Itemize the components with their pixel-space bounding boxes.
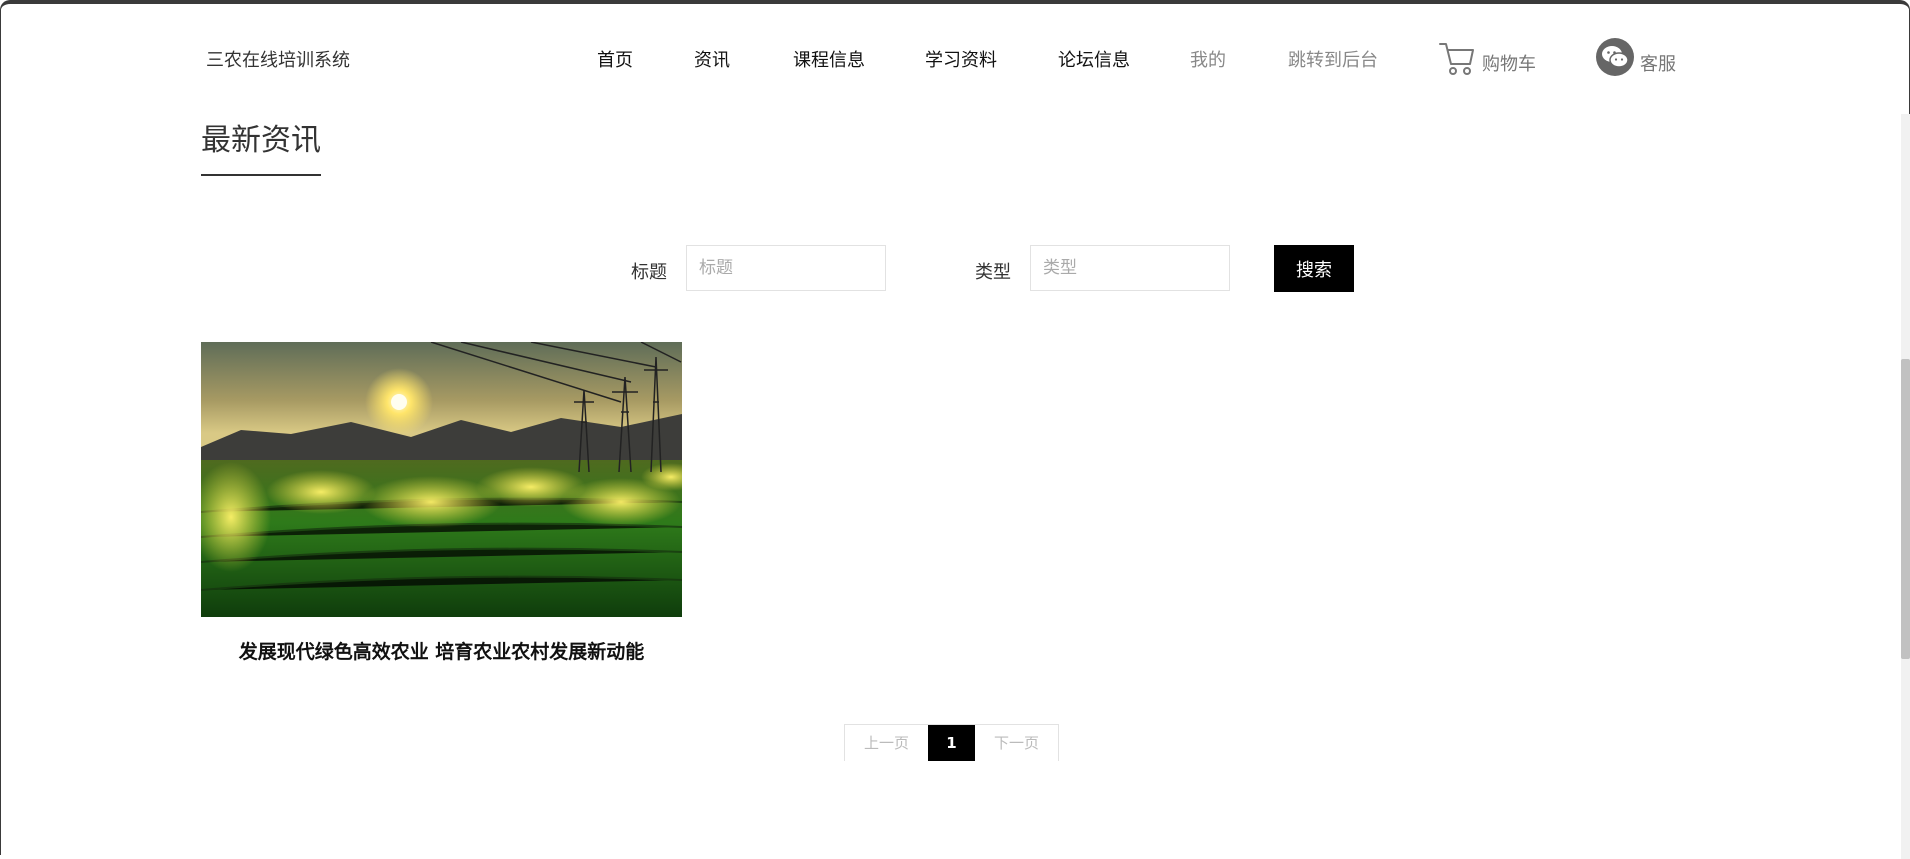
nav-admin[interactable]: 跳转到后台 xyxy=(1288,46,1378,72)
service-link[interactable]: 客服 xyxy=(1596,36,1676,76)
news-card[interactable]: 发展现代绿色高效农业 培育农业农村发展新动能 xyxy=(201,342,682,664)
nav-home[interactable]: 首页 xyxy=(597,46,633,72)
title-filter-input[interactable] xyxy=(686,245,886,291)
cart-label: 购物车 xyxy=(1482,54,1536,75)
wechat-icon xyxy=(1596,38,1634,76)
nav-mine[interactable]: 我的 xyxy=(1190,46,1226,72)
nav-news[interactable]: 资讯 xyxy=(694,46,730,72)
shopping-cart-icon xyxy=(1438,40,1476,76)
nav-forum[interactable]: 论坛信息 xyxy=(1058,46,1130,72)
scrollbar-thumb[interactable] xyxy=(1901,359,1910,659)
title-filter-label: 标题 xyxy=(631,262,667,283)
browser-window: 三农在线培训系统 首页 资讯 课程信息 学习资料 论坛信息 我的 跳转到后台 购… xyxy=(0,0,1910,859)
news-card-title[interactable]: 发展现代绿色高效农业 培育农业农村发展新动能 xyxy=(201,637,682,664)
next-page-button[interactable]: 下一页 xyxy=(975,725,1058,761)
type-filter-input[interactable] xyxy=(1030,245,1230,291)
pagination: 上一页 1 下一页 xyxy=(844,724,1060,761)
section-title: 最新资讯 xyxy=(201,120,321,176)
type-filter-label: 类型 xyxy=(975,262,1011,283)
site-name[interactable]: 三农在线培训系统 xyxy=(206,46,350,72)
page-number-1[interactable]: 1 xyxy=(928,725,976,761)
news-image xyxy=(201,342,682,617)
prev-page-button[interactable]: 上一页 xyxy=(845,725,928,761)
nav-materials[interactable]: 学习资料 xyxy=(925,46,997,72)
search-button[interactable]: 搜索 xyxy=(1274,245,1354,292)
cart-link[interactable]: 购物车 xyxy=(1438,36,1536,76)
nav-courses[interactable]: 课程信息 xyxy=(793,46,865,72)
service-label: 客服 xyxy=(1640,54,1676,75)
